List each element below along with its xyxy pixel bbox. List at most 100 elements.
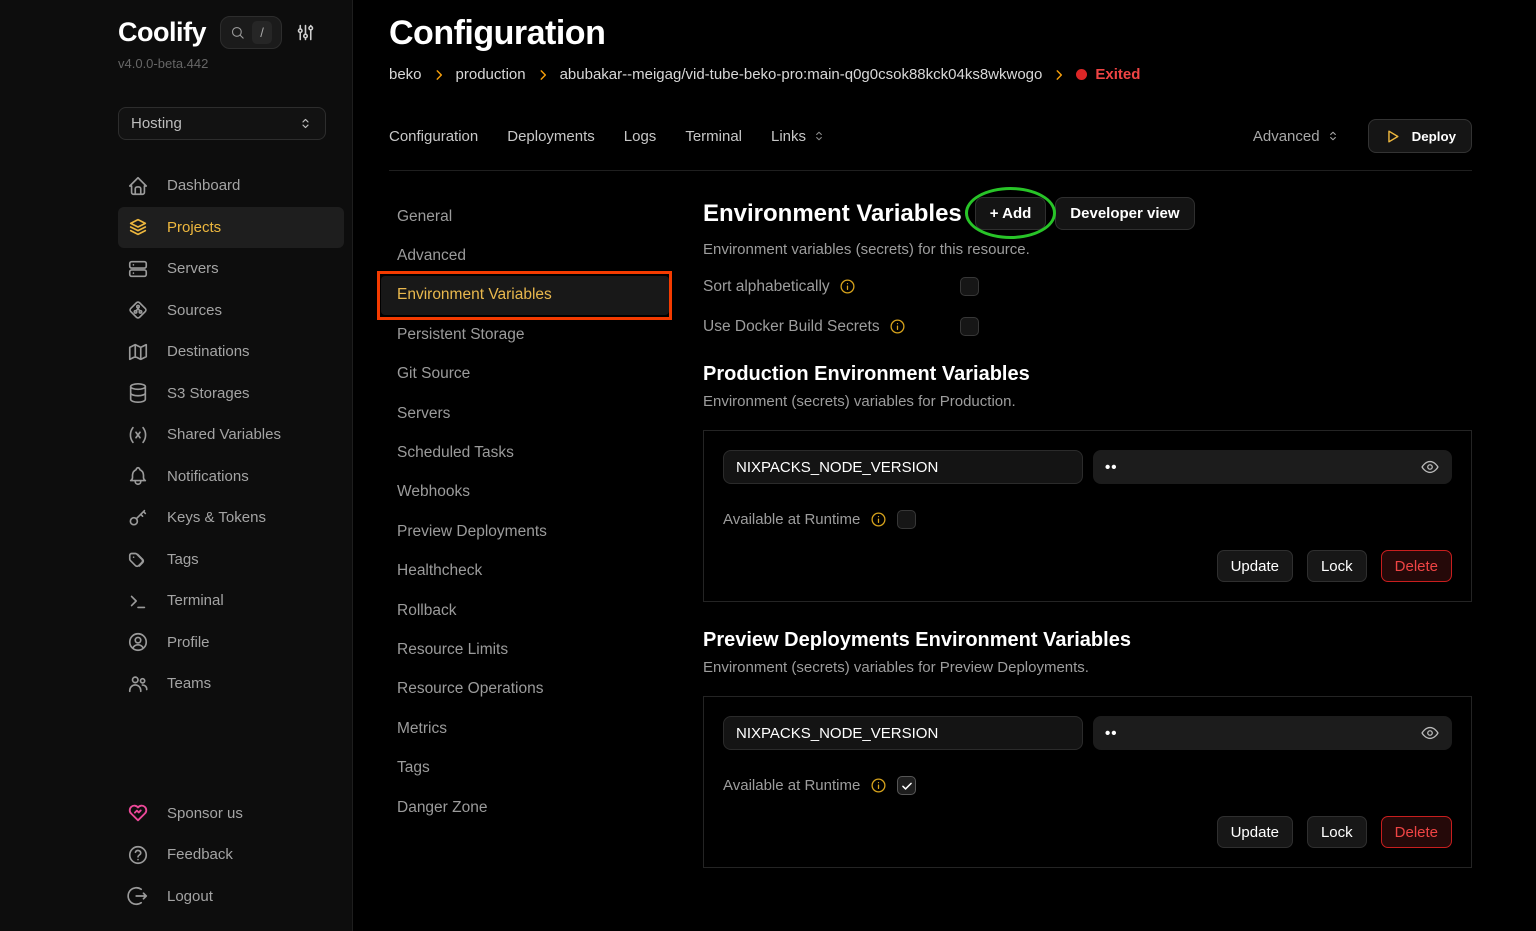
sidebar-item-feedback[interactable]: Feedback <box>118 834 344 876</box>
info-icon <box>839 278 856 295</box>
reveal-value-button[interactable] <box>1420 457 1440 477</box>
key-icon <box>126 507 150 529</box>
subnav-resource-limits[interactable]: Resource Limits <box>381 630 669 669</box>
subnav-metrics[interactable]: Metrics <box>381 709 669 748</box>
sidebar-item-label: Dashboard <box>167 177 240 194</box>
breadcrumb-resource[interactable]: abubakar--meigag/vid-tube-beko-pro:main-… <box>560 66 1043 83</box>
tab-links-dropdown[interactable]: Links <box>771 128 826 145</box>
env-key-input[interactable] <box>723 450 1083 484</box>
sidebar-item-keys-tokens[interactable]: Keys & Tokens <box>118 497 344 539</box>
server-icon <box>126 258 150 280</box>
available-at-runtime-checkbox[interactable] <box>897 776 916 795</box>
sidebar-item-dashboard[interactable]: Dashboard <box>118 165 344 207</box>
sort-alphabetically-row: Sort alphabetically <box>703 277 979 296</box>
sidebar-item-terminal[interactable]: Terminal <box>118 580 344 622</box>
sidebar-item-label: Sponsor us <box>167 805 243 822</box>
sidebar-item-sources[interactable]: Sources <box>118 290 344 332</box>
sidebar-item-label: Sources <box>167 302 222 319</box>
sidebar-item-label: S3 Storages <box>167 385 250 402</box>
status-text: Exited <box>1095 66 1140 83</box>
update-button[interactable]: Update <box>1217 550 1293 582</box>
lock-button[interactable]: Lock <box>1307 550 1367 582</box>
subnav-scheduled-tasks[interactable]: Scheduled Tasks <box>381 433 669 472</box>
delete-button[interactable]: Delete <box>1381 550 1452 582</box>
breadcrumb: beko production abubakar--meigag/vid-tub… <box>389 66 1472 83</box>
sidebar-item-label: Logout <box>167 888 213 905</box>
map-icon <box>126 341 150 363</box>
user-circle-icon <box>126 631 150 653</box>
tab-terminal[interactable]: Terminal <box>685 128 742 145</box>
sidebar-item-label: Tags <box>167 551 199 568</box>
subnav-rollback[interactable]: Rollback <box>381 591 669 630</box>
sidebar-item-label: Destinations <box>167 343 250 360</box>
subnav-advanced[interactable]: Advanced <box>381 236 669 275</box>
tab-logs[interactable]: Logs <box>624 128 657 145</box>
subnav-servers[interactable]: Servers <box>381 394 669 433</box>
sidebar-item-profile[interactable]: Profile <box>118 622 344 664</box>
env-key-input[interactable] <box>723 716 1083 750</box>
variable-icon <box>126 424 150 446</box>
database-icon <box>126 382 150 404</box>
search-shortcut-key: / <box>252 21 272 44</box>
sort-alphabetically-checkbox[interactable] <box>960 277 979 296</box>
search-button[interactable]: / <box>220 16 282 49</box>
subnav-persistent-storage[interactable]: Persistent Storage <box>381 315 669 354</box>
sidebar-item-projects[interactable]: Projects <box>118 207 344 249</box>
app-logo: Coolify <box>118 17 206 48</box>
subnav-webhooks[interactable]: Webhooks <box>381 473 669 512</box>
subnav-preview-deployments[interactable]: Preview Deployments <box>381 512 669 551</box>
chevron-updown-icon <box>298 116 313 131</box>
sliders-icon <box>295 22 316 43</box>
git-source-icon <box>126 299 150 321</box>
add-variable-button[interactable]: + Add <box>975 197 1047 230</box>
advanced-dropdown[interactable]: Advanced <box>1253 128 1340 145</box>
tab-configuration[interactable]: Configuration <box>389 128 478 145</box>
team-selector-value: Hosting <box>131 115 182 132</box>
subnav-healthcheck[interactable]: Healthcheck <box>381 552 669 591</box>
home-icon <box>126 175 150 197</box>
breadcrumb-environment[interactable]: production <box>456 66 526 83</box>
sidebar-item-s3-storages[interactable]: S3 Storages <box>118 373 344 415</box>
sidebar-item-shared-variables[interactable]: Shared Variables <box>118 414 344 456</box>
developer-view-button[interactable]: Developer view <box>1055 197 1194 230</box>
sidebar-item-label: Profile <box>167 634 210 651</box>
docker-build-secrets-checkbox[interactable] <box>960 317 979 336</box>
tab-deployments[interactable]: Deployments <box>507 128 595 145</box>
sidebar-item-destinations[interactable]: Destinations <box>118 331 344 373</box>
production-section-description: Environment (secrets) variables for Prod… <box>703 393 1472 410</box>
sidebar-item-sponsor-us[interactable]: Sponsor us <box>118 793 344 835</box>
available-at-runtime-checkbox[interactable] <box>897 510 916 529</box>
subnav-resource-operations[interactable]: Resource Operations <box>381 670 669 709</box>
sidebar-item-servers[interactable]: Servers <box>118 248 344 290</box>
lock-button[interactable]: Lock <box>1307 816 1367 848</box>
available-at-runtime-label: Available at Runtime <box>723 777 860 794</box>
breadcrumb-project[interactable]: beko <box>389 66 422 83</box>
chevron-updown-icon <box>812 129 826 143</box>
deploy-button[interactable]: Deploy <box>1368 119 1472 153</box>
preview-env-section: Preview Deployments Environment Variable… <box>703 629 1472 868</box>
env-value-field[interactable]: •• <box>1093 716 1452 750</box>
sidebar: Coolify / v4.0.0-beta.442 Hosting Dashbo… <box>0 0 353 931</box>
chevron-right-icon <box>1052 68 1066 82</box>
status-dot <box>1076 69 1087 80</box>
subnav-environment-variables[interactable]: Environment Variables <box>381 276 669 315</box>
sidebar-item-label: Shared Variables <box>167 426 281 443</box>
settings-sliders-button[interactable] <box>295 22 316 43</box>
sidebar-item-label: Keys & Tokens <box>167 509 266 526</box>
delete-button[interactable]: Delete <box>1381 816 1452 848</box>
team-selector[interactable]: Hosting <box>118 107 326 140</box>
update-button[interactable]: Update <box>1217 816 1293 848</box>
env-value-field[interactable]: •• <box>1093 450 1452 484</box>
subnav-git-source[interactable]: Git Source <box>381 355 669 394</box>
reveal-value-button[interactable] <box>1420 723 1440 743</box>
search-icon <box>230 25 245 40</box>
subnav-tags[interactable]: Tags <box>381 748 669 787</box>
subnav-general[interactable]: General <box>381 197 669 236</box>
sidebar-item-label: Projects <box>167 219 221 236</box>
available-at-runtime-row: Available at Runtime <box>723 776 1452 795</box>
sidebar-item-tags[interactable]: Tags <box>118 539 344 581</box>
sidebar-item-notifications[interactable]: Notifications <box>118 456 344 498</box>
sidebar-item-teams[interactable]: Teams <box>118 663 344 705</box>
sidebar-item-logout[interactable]: Logout <box>118 876 344 918</box>
subnav-danger-zone[interactable]: Danger Zone <box>381 788 669 827</box>
